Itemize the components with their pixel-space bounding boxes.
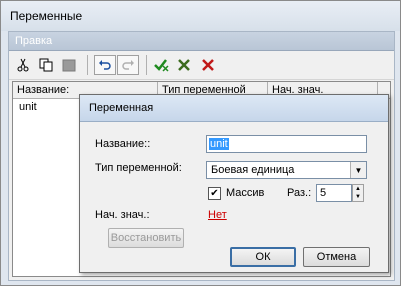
title-bar: Переменные — [1, 1, 400, 31]
dialog-title: Переменная — [89, 102, 154, 114]
size-label: Раз.: — [287, 187, 312, 199]
scissors-icon[interactable] — [13, 55, 33, 75]
type-label: Тип переменной: — [95, 162, 182, 174]
grid-cell-name[interactable]: unit — [19, 101, 37, 113]
size-input-value: 5 — [320, 187, 327, 199]
variable-dialog: Переменная Название:: unit Тип переменно… — [79, 94, 389, 273]
toolbar-separator — [87, 55, 88, 75]
window-title: Переменные — [10, 9, 83, 23]
toolbar — [9, 51, 394, 80]
name-label: Название:: — [95, 138, 151, 150]
redo-icon[interactable] — [117, 55, 139, 75]
spin-down-icon[interactable]: ▼ — [353, 193, 363, 201]
dialog-title-bar: Переменная — [80, 95, 388, 122]
toolbar-separator — [146, 55, 147, 75]
undo-icon[interactable] — [94, 55, 116, 75]
menu-edit[interactable]: Правка — [15, 35, 52, 47]
init-value-link[interactable]: Нет — [208, 209, 227, 221]
array-checkbox[interactable]: ✔ — [208, 187, 221, 200]
size-spinner[interactable]: ▲ ▼ — [352, 184, 364, 202]
check-add-icon[interactable] — [152, 55, 172, 75]
init-label: Нач. знач.: — [95, 209, 150, 221]
paste-icon[interactable] — [59, 55, 79, 75]
spin-up-icon[interactable]: ▲ — [353, 185, 363, 193]
cancel-button[interactable]: Отмена — [303, 247, 370, 267]
name-input-value: unit — [209, 138, 229, 150]
name-input[interactable]: unit — [206, 135, 367, 153]
ok-button[interactable]: ОК — [230, 247, 296, 267]
restore-button[interactable]: Восстановить — [108, 228, 184, 248]
delete-icon[interactable] — [198, 55, 218, 75]
size-input[interactable]: 5 — [316, 184, 352, 202]
chevron-down-icon[interactable]: ▼ — [350, 162, 366, 178]
copy-icon[interactable] — [36, 55, 56, 75]
type-select[interactable]: Боевая единица ▼ — [206, 161, 367, 179]
array-label: Массив — [226, 187, 265, 199]
check-cross-icon[interactable] — [175, 55, 195, 75]
menu-bar: Правка — [9, 32, 394, 51]
type-select-value: Боевая единица — [211, 164, 295, 176]
